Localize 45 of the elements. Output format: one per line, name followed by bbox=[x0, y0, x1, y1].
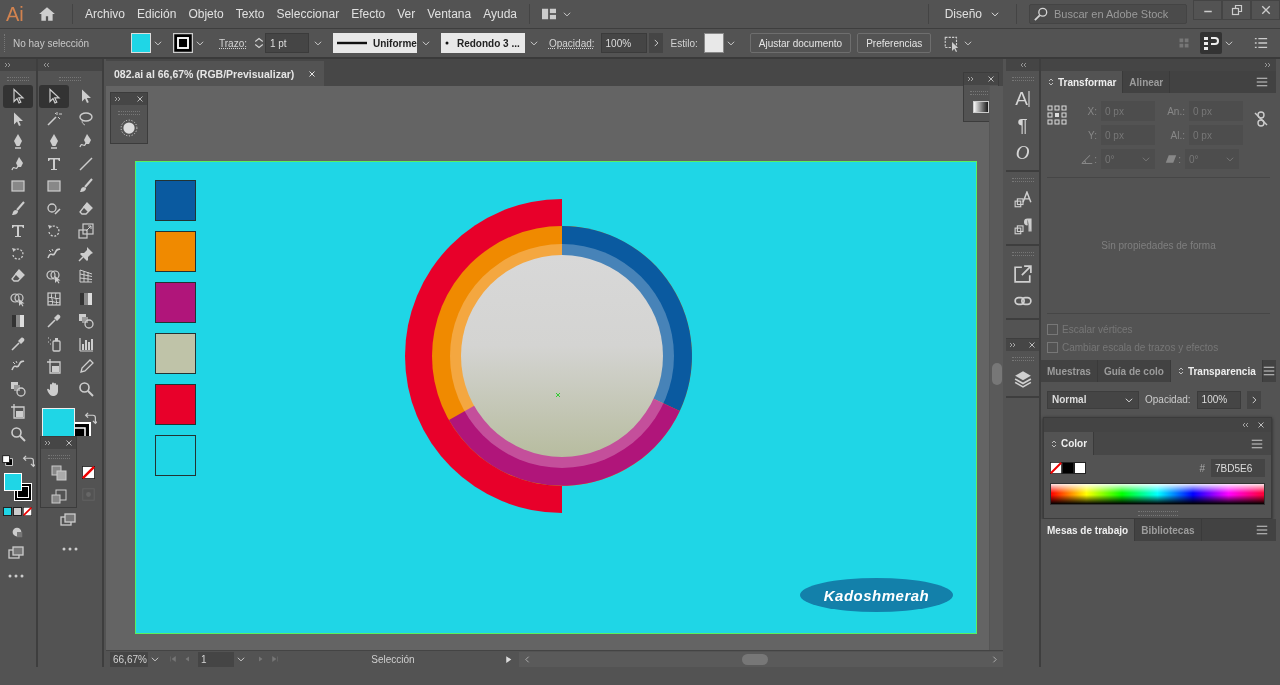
opacity-field[interactable]: 100% bbox=[1196, 390, 1241, 409]
opacity-field[interactable]: 100% bbox=[600, 33, 647, 53]
menu-item[interactable]: Seleccionar bbox=[270, 7, 346, 21]
search-field[interactable]: Buscar en Adobe Stock bbox=[1052, 7, 1172, 21]
panel-tab[interactable]: Muestras bbox=[1041, 360, 1098, 382]
current-tool-label: Selección bbox=[370, 653, 416, 665]
panel-tab[interactable]: Guía de colo bbox=[1097, 360, 1171, 382]
hex-field[interactable]: 7BD5E6 bbox=[1211, 459, 1265, 477]
panel-tab[interactable]: Mesas de trabajo bbox=[1041, 519, 1136, 541]
zoom-field[interactable]: 66,67% bbox=[110, 651, 148, 667]
panel-tab[interactable]: Alinear bbox=[1123, 71, 1171, 93]
menu-item[interactable]: Ver bbox=[391, 7, 422, 21]
menu-item[interactable]: Ayuda bbox=[477, 7, 524, 21]
toolbar-button[interactable]: Preferencias bbox=[857, 33, 932, 53]
menu-item[interactable]: Efecto bbox=[345, 7, 392, 21]
hash-label: # bbox=[1199, 462, 1205, 474]
search-box[interactable]: Buscar en Adobe Stock bbox=[1029, 4, 1187, 24]
logo-label: Kadoshmerah bbox=[800, 578, 953, 612]
stroke-weight-field[interactable]: 1 pt bbox=[264, 33, 309, 53]
menu-item[interactable]: Ventana bbox=[421, 7, 478, 21]
menu-item[interactable]: Archivo bbox=[79, 7, 131, 21]
opacity-label: Opacidad: bbox=[1145, 394, 1191, 405]
workspace-switcher[interactable]: Diseño bbox=[934, 7, 1010, 21]
selection-status: No hay selección bbox=[13, 37, 91, 49]
stroke-profile-dropdown[interactable]: Uniforme bbox=[332, 33, 417, 53]
paragraph-panel-button[interactable]: ¶ bbox=[1007, 112, 1038, 139]
blend-mode-dropdown[interactable]: Normal bbox=[1047, 390, 1139, 409]
style-label: Estilo: bbox=[670, 37, 698, 49]
field-label: : bbox=[1178, 153, 1181, 165]
field-label: : bbox=[1094, 153, 1097, 165]
artboard-field[interactable]: 1 bbox=[198, 651, 234, 667]
panel-tab[interactable]: Transparencia bbox=[1170, 360, 1263, 382]
document-tab[interactable]: 082.ai al 66,67% (RGB/Previsualizar) bbox=[106, 61, 325, 86]
panel-tab[interactable]: Color bbox=[1044, 432, 1095, 455]
character-panel-button[interactable]: A bbox=[1007, 85, 1038, 112]
toolbar-button[interactable]: Ajustar documento bbox=[749, 33, 852, 53]
opacity-label: Opacidad: bbox=[548, 37, 595, 49]
app-logo: Ai bbox=[6, 2, 25, 26]
panel-tab[interactable]: Transformar bbox=[1041, 71, 1124, 93]
opentype-panel-button[interactable]: O bbox=[1007, 139, 1038, 166]
menu-item[interactable]: Objeto bbox=[182, 7, 230, 21]
stroke-label: Trazo: bbox=[219, 37, 247, 49]
brush-dropdown[interactable]: Redondo 3 ... bbox=[440, 33, 525, 53]
menu-item[interactable]: Edición bbox=[131, 7, 183, 21]
menu-item[interactable]: Texto bbox=[229, 7, 271, 21]
